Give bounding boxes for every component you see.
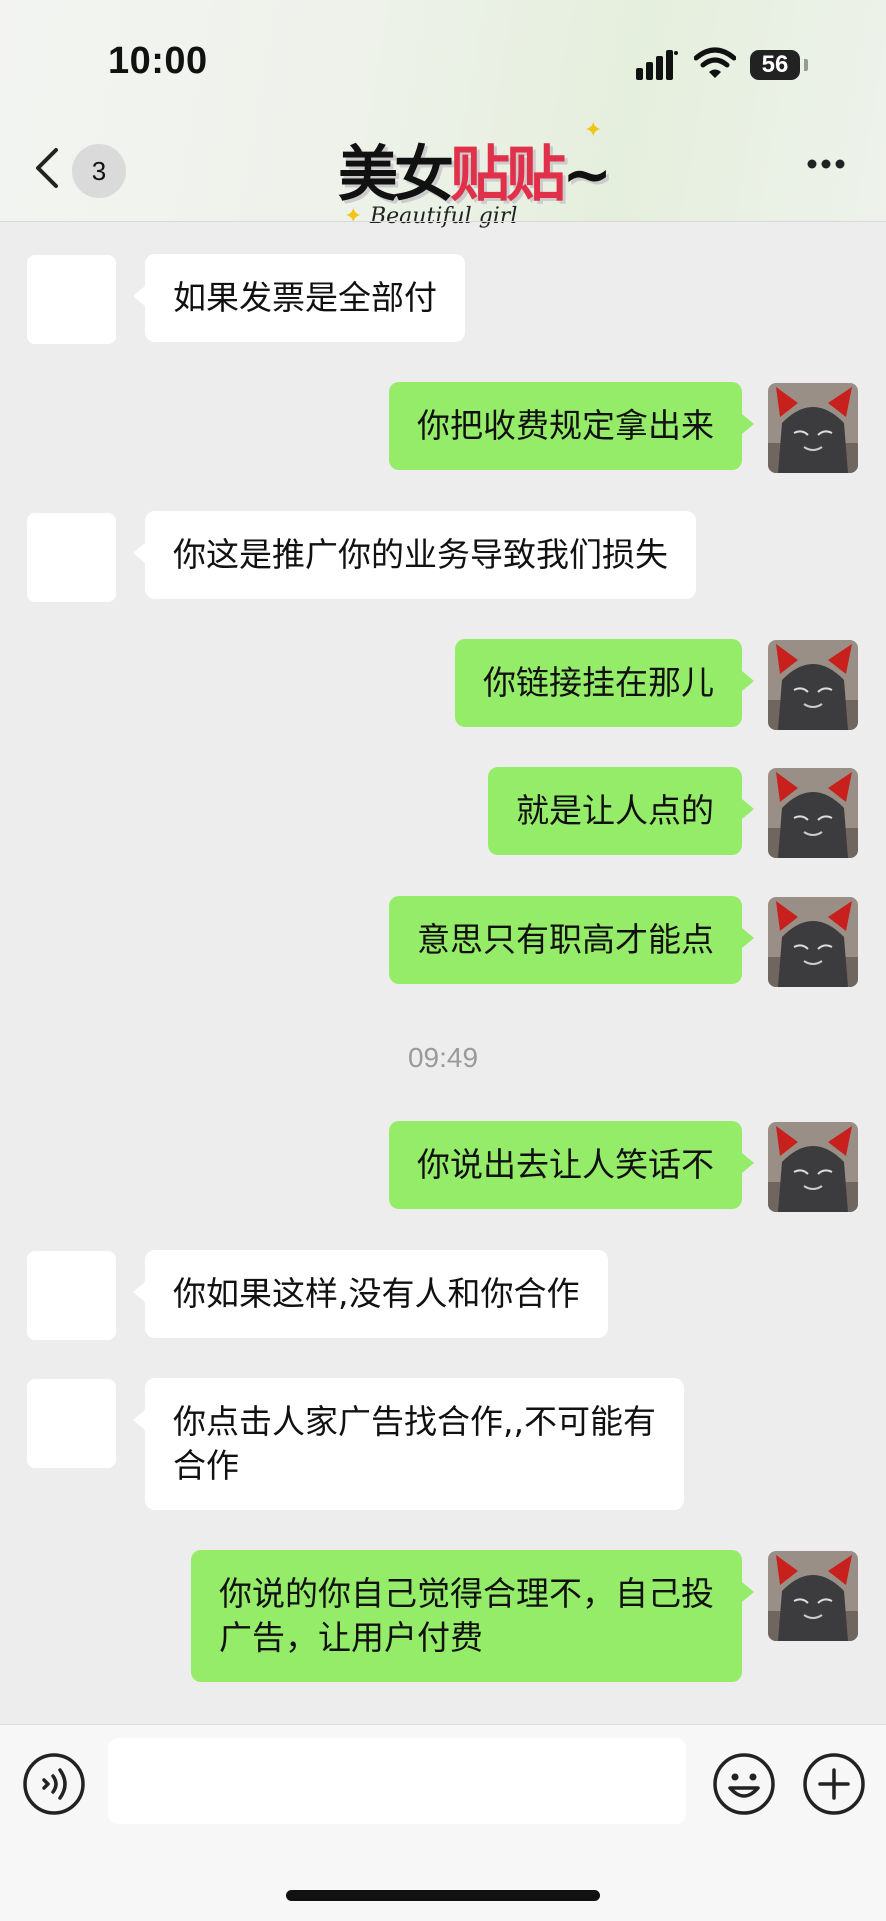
sparkle-icon: ✦ (584, 118, 603, 143)
message-bubble-outgoing[interactable]: 你说的你自己觉得合理不，自己投 广告，让用户付费 (191, 1550, 754, 1682)
battery-tip (804, 59, 808, 71)
unread-count-badge[interactable]: 3 (72, 144, 126, 198)
message-bubble-incoming[interactable]: 你这是推广你的业务导致我们损失 (133, 511, 696, 599)
message-bubble-incoming[interactable]: 如果发票是全部付 (133, 254, 465, 342)
battery-indicator: 56 (750, 50, 800, 80)
message-bubble-outgoing[interactable]: 就是让人点的 (488, 767, 754, 855)
message-bubble-incoming[interactable]: 你如果这样,没有人和你合作 (133, 1250, 608, 1338)
message-input[interactable] (108, 1738, 686, 1824)
message-bubble-outgoing[interactable]: 意思只有职高才能点 (389, 896, 754, 984)
home-indicator[interactable] (286, 1890, 600, 1901)
cat-avatar-icon (768, 383, 858, 473)
cat-avatar-icon (768, 1122, 858, 1212)
contact-avatar[interactable] (27, 513, 116, 602)
emoji-icon[interactable] (712, 1752, 776, 1816)
message-bubble-outgoing[interactable]: 你说出去让人笑话不 (389, 1121, 754, 1209)
title-part-3: ~ (562, 140, 612, 210)
my-avatar[interactable] (768, 383, 858, 473)
sparkle-icon: ✦ (344, 204, 363, 229)
title-part-2: 贴贴 (450, 140, 566, 210)
cellular-signal-icon (636, 50, 678, 80)
my-avatar[interactable] (768, 640, 858, 730)
contact-avatar[interactable] (27, 255, 116, 344)
my-avatar[interactable] (768, 1551, 858, 1641)
cat-avatar-icon (768, 1551, 858, 1641)
plus-icon[interactable] (802, 1752, 866, 1816)
my-avatar[interactable] (768, 897, 858, 987)
voice-icon[interactable] (22, 1752, 86, 1816)
cat-avatar-icon (768, 768, 858, 858)
wifi-icon (694, 47, 736, 78)
status-time: 10:00 (108, 40, 208, 82)
cat-avatar-icon (768, 640, 858, 730)
message-timestamp: 09:49 (407, 1042, 479, 1073)
header-divider (0, 221, 886, 222)
contact-avatar[interactable] (27, 1379, 116, 1468)
my-avatar[interactable] (768, 768, 858, 858)
message-bubble-outgoing[interactable]: 你把收费规定拿出来 (389, 382, 754, 470)
chevron-left-icon[interactable] (32, 146, 62, 190)
more-icon[interactable] (806, 158, 846, 170)
my-avatar[interactable] (768, 1122, 858, 1212)
message-bubble-outgoing[interactable]: 你链接挂在那儿 (455, 639, 754, 727)
chat-title-text: 美女贴贴~ (338, 126, 612, 213)
message-bubble-incoming[interactable]: 你点击人家广告找合作,,不可能有 合作 (133, 1378, 684, 1510)
chat-subtitle: Beautiful girl (370, 204, 518, 229)
cat-avatar-icon (768, 897, 858, 987)
chat-title: 美女贴贴~ Beautiful girl ✦ ✦ (338, 118, 618, 250)
title-part-1: 美女 (338, 140, 454, 210)
contact-avatar[interactable] (27, 1251, 116, 1340)
